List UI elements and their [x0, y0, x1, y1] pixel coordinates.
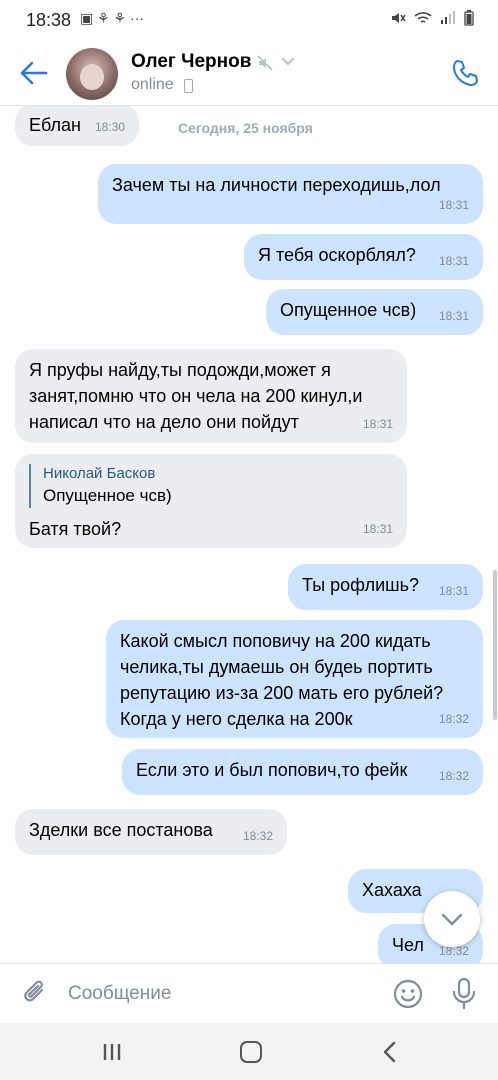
message-time: 18:32: [438, 769, 469, 783]
recents-icon[interactable]: [102, 1043, 122, 1061]
contact-status: online: [131, 76, 174, 93]
microphone-icon[interactable]: [450, 977, 478, 1011]
message-outgoing[interactable]: Зачем ты на личности переходишь,лол 18:3…: [98, 164, 483, 224]
mute-status-icon: [392, 13, 406, 23]
attach-icon[interactable]: [20, 978, 50, 1008]
back-icon[interactable]: [382, 1041, 398, 1063]
message-text: Еблан: [29, 115, 81, 135]
home-icon[interactable]: [240, 1041, 262, 1063]
chevron-down-icon: [441, 913, 463, 926]
message-outgoing[interactable]: Я тебя оскорблял? 18:31: [244, 234, 483, 280]
message-outgoing[interactable]: Если это и был попович,то фейк 18:32: [122, 749, 483, 795]
date-separator: Сегодня, 25 ноября: [178, 120, 313, 136]
contact-name[interactable]: Олег Чернов: [131, 51, 251, 73]
chevron-down-icon[interactable]: [281, 56, 295, 68]
message-text: Я пруфы найду,ты подожди,может я занят,п…: [29, 360, 363, 432]
muted-icon: [257, 55, 273, 71]
wifi-icon: [414, 12, 432, 23]
message-outgoing[interactable]: Ты рофлишь? 18:31: [288, 564, 483, 610]
status-bar: 18:38 ▣ ⚘ ⚘ ···: [0, 0, 498, 40]
message-incoming[interactable]: Еблан 18:30: [15, 106, 139, 146]
phone-call-icon[interactable]: [450, 58, 480, 88]
message-text: Я тебя оскорблял?: [258, 245, 416, 265]
message-incoming[interactable]: Зделки все постанова 18:32: [15, 809, 287, 855]
message-time: 18:31: [438, 309, 469, 323]
message-outgoing[interactable]: Опущенное чсв) 18:31: [266, 289, 483, 335]
message-text: Чел: [392, 935, 424, 955]
system-navigation-bar: [0, 1023, 498, 1080]
message-time: 18:32: [438, 712, 469, 726]
message-incoming-reply[interactable]: Николай Басков Опущенное чсв) Батя твой?…: [15, 454, 407, 548]
message-time: 18:32: [242, 829, 273, 843]
message-text: Хахаха: [362, 880, 422, 900]
status-time: 18:38: [26, 10, 72, 30]
signal-icon: [441, 11, 455, 24]
avatar-face: [80, 64, 104, 90]
chat-header: Олег Чернов online: [0, 40, 498, 106]
scroll-down-button[interactable]: [424, 891, 480, 947]
message-text: Если это и был попович,то фейк: [136, 760, 408, 780]
message-time: 18:31: [438, 584, 469, 598]
reply-quote[interactable]: Николай Басков Опущенное чсв): [29, 464, 393, 508]
message-time: 18:30: [94, 120, 125, 134]
message-incoming[interactable]: Я пруфы найду,ты подожди,может я занят,п…: [15, 349, 407, 443]
emoji-icon[interactable]: [392, 978, 424, 1010]
message-time: 18:31: [362, 417, 393, 431]
avatar[interactable]: [66, 48, 118, 100]
reply-author: Николай Басков: [43, 465, 156, 482]
reply-text: Опущенное чсв): [43, 486, 172, 505]
message-time: 18:31: [438, 198, 469, 212]
notification-icons: ▣ ⚘ ⚘ ···: [80, 10, 144, 26]
message-text: Опущенное чсв): [280, 300, 417, 320]
message-composer: [0, 963, 498, 1023]
message-text: Зачем ты на личности переходишь,лол: [112, 175, 441, 195]
back-arrow-icon[interactable]: [18, 60, 48, 86]
scrollbar[interactable]: [493, 570, 497, 720]
battery-icon: [464, 10, 474, 26]
message-time: 18:31: [438, 254, 469, 268]
mobile-online-icon: [184, 79, 193, 93]
system-icons: [390, 10, 474, 26]
chat-messages[interactable]: Еблан 18:30 Сегодня, 25 ноября Зачем ты …: [0, 106, 498, 963]
message-time: 18:31: [362, 522, 393, 536]
message-input[interactable]: [68, 978, 368, 1010]
message-text: Батя твой?: [29, 519, 122, 539]
message-text: Какой смысл поповичу на 200 кидать челик…: [120, 631, 444, 729]
message-text: Зделки все постанова: [29, 820, 213, 840]
message-outgoing[interactable]: Какой смысл поповичу на 200 кидать челик…: [106, 620, 483, 738]
message-text: Ты рофлишь?: [302, 575, 419, 595]
